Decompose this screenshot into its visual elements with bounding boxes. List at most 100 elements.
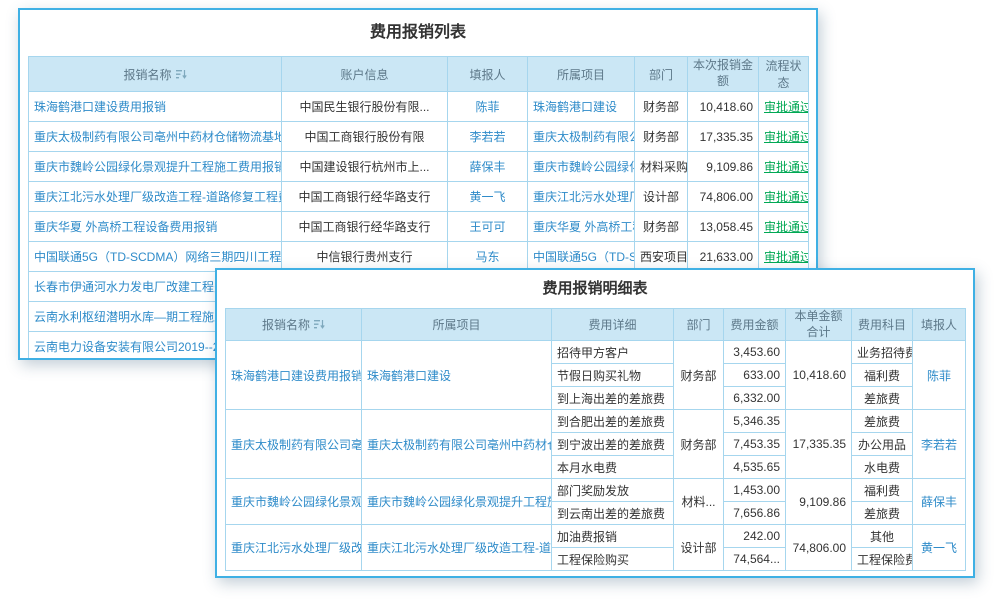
account-cell: 中国建设银行杭州市上... xyxy=(282,152,448,182)
sort-icon[interactable] xyxy=(176,69,187,80)
name-cell: 重庆市魏岭公园绿化景观提升工 xyxy=(226,479,362,525)
filler-link[interactable]: 薛保丰 xyxy=(469,160,505,174)
reimbursement-name-link[interactable]: 重庆太极制药有限公司亳州中药材仓储物流基地项... xyxy=(34,130,282,144)
table-row: 重庆市魏岭公园绿化景观提升工程施工费用报销 中国建设银行杭州市上... 薛保丰 … xyxy=(29,152,809,182)
reimbursement-name-link[interactable]: 重庆江北污水处理厂级改造工程- xyxy=(231,541,362,555)
filler-link[interactable]: 薛保丰 xyxy=(921,495,957,509)
project-link[interactable]: 重庆太极制药有限公司亳州中... xyxy=(533,130,635,144)
project-cell: 珠海鹤港口建设 xyxy=(362,341,552,410)
filler-cell: 黄一飞 xyxy=(448,182,528,212)
category-cell: 其他 xyxy=(852,525,913,548)
detail-header-row: 报销名称 所属项目 费用详细 部门 费用金额 本单金额合计 费用科目 填报人 xyxy=(226,309,966,341)
project-link[interactable]: 珠海鹤港口建设 xyxy=(367,369,451,383)
filler-link[interactable]: 马东 xyxy=(475,250,499,264)
reimbursement-name-link[interactable]: 中国联通5G（TD-SCDMA）网络三期四川工程费... xyxy=(34,250,282,264)
table-row: 重庆市魏岭公园绿化景观提升工 重庆市魏岭公园绿化景观提升工程施工 部门奖励发放 … xyxy=(226,479,966,502)
amount-cell: 9,109.86 xyxy=(688,152,759,182)
reimbursement-name-link[interactable]: 重庆太极制药有限公司亳州中药 xyxy=(231,438,362,452)
project-link[interactable]: 重庆华夏 外高桥工程设备 xyxy=(533,220,635,234)
project-cell: 重庆市魏岭公园绿化景观提升工程施工 xyxy=(362,479,552,525)
filler-link[interactable]: 陈菲 xyxy=(475,100,499,114)
expense-detail-cell: 到上海出差的差旅费 xyxy=(552,387,674,410)
list-header-row: 报销名称 账户信息 填报人 所属项目 部门 本次报销金额 流程状态 xyxy=(29,57,809,92)
project-link[interactable]: 重庆太极制药有限公司亳州中药材仓储物流 xyxy=(367,438,552,452)
expense-detail-cell: 部门奖励发放 xyxy=(552,479,674,502)
col-header-project: 所属项目 xyxy=(362,309,552,341)
col-header-project: 所属项目 xyxy=(528,57,635,92)
expense-detail-cell: 招待甲方客户 xyxy=(552,341,674,364)
col-header-dept: 部门 xyxy=(635,57,688,92)
status-link[interactable]: 审批通过 xyxy=(764,190,809,204)
amount-cell: 13,058.45 xyxy=(688,212,759,242)
expense-amount-cell: 5,346.35 xyxy=(724,410,786,433)
name-cell: 珠海鹤港口建设费用报销 xyxy=(226,341,362,410)
project-cell: 珠海鹤港口建设 xyxy=(528,92,635,122)
category-cell: 差旅费 xyxy=(852,502,913,525)
name-cell: 重庆华夏 外高桥工程设备费用报销 xyxy=(29,212,282,242)
dept-cell: 财务部 xyxy=(674,410,724,479)
name-cell: 重庆市魏岭公园绿化景观提升工程施工费用报销 xyxy=(29,152,282,182)
filler-link[interactable]: 陈菲 xyxy=(927,369,951,383)
reimbursement-name-link[interactable]: 重庆华夏 外高桥工程设备费用报销 xyxy=(34,220,217,234)
project-link[interactable]: 重庆市魏岭公园绿化景观提升... xyxy=(533,160,635,174)
dept-cell: 财务部 xyxy=(635,122,688,152)
status-link[interactable]: 审批通过 xyxy=(764,160,809,174)
dept-cell: 财务部 xyxy=(674,341,724,410)
reimbursement-name-link[interactable]: 重庆市魏岭公园绿化景观提升工程施工费用报销 xyxy=(34,160,282,174)
reimbursement-name-link[interactable]: 珠海鹤港口建设费用报销 xyxy=(231,369,362,383)
filler-link[interactable]: 黄一飞 xyxy=(469,190,505,204)
filler-link[interactable]: 李若若 xyxy=(469,130,505,144)
amount-cell: 17,335.35 xyxy=(688,122,759,152)
expense-detail-cell: 工程保险购买 xyxy=(552,548,674,571)
filler-cell: 陈菲 xyxy=(913,341,966,410)
dept-cell: 材料采购 xyxy=(635,152,688,182)
reimbursement-name-link[interactable]: 重庆市魏岭公园绿化景观提升工 xyxy=(231,495,362,509)
expense-detail-table: 报销名称 所属项目 费用详细 部门 费用金额 本单金额合计 费用科目 填报人 珠… xyxy=(225,308,966,571)
account-cell: 中国工商银行经华路支行 xyxy=(282,182,448,212)
sort-icon[interactable] xyxy=(314,319,325,330)
project-cell: 重庆太极制药有限公司亳州中... xyxy=(528,122,635,152)
filler-cell: 陈菲 xyxy=(448,92,528,122)
name-cell: 重庆太极制药有限公司亳州中药材仓储物流基地项... xyxy=(29,122,282,152)
filler-link[interactable]: 王可可 xyxy=(469,220,505,234)
detail-table-title: 费用报销明细表 xyxy=(225,270,965,308)
project-link[interactable]: 中国联通5G（TD-SCDMA）网... xyxy=(533,250,635,264)
status-link[interactable]: 审批通过 xyxy=(764,130,809,144)
filler-cell: 马东 xyxy=(448,242,528,272)
col-header-dept: 部门 xyxy=(674,309,724,341)
category-cell: 差旅费 xyxy=(852,387,913,410)
dept-cell: 财务部 xyxy=(635,92,688,122)
category-cell: 工程保险费 xyxy=(852,548,913,571)
filler-link[interactable]: 黄一飞 xyxy=(921,541,957,555)
col-header-category: 费用科目 xyxy=(852,309,913,341)
table-row: 重庆江北污水处理厂级改造工程-道路修复工程费用... 中国工商银行经华路支行 黄… xyxy=(29,182,809,212)
filler-link[interactable]: 李若若 xyxy=(921,438,957,452)
reimbursement-name-link[interactable]: 珠海鹤港口建设费用报销 xyxy=(34,100,166,114)
account-cell: 中国民生银行股份有限... xyxy=(282,92,448,122)
table-row: 重庆太极制药有限公司亳州中药材仓储物流基地项... 中国工商银行股份有限 李若若… xyxy=(29,122,809,152)
project-link[interactable]: 珠海鹤港口建设 xyxy=(533,100,617,114)
col-header-status: 流程状态 xyxy=(759,57,809,92)
filler-cell: 李若若 xyxy=(448,122,528,152)
expense-amount-cell: 7,656.86 xyxy=(724,502,786,525)
category-cell: 水电费 xyxy=(852,456,913,479)
project-link[interactable]: 重庆市魏岭公园绿化景观提升工程施工 xyxy=(367,495,552,509)
status-link[interactable]: 审批通过 xyxy=(764,100,809,114)
project-cell: 重庆江北污水处理厂级改造工程-道路修复工 xyxy=(362,525,552,571)
account-cell: 中国工商银行股份有限 xyxy=(282,122,448,152)
col-header-filler: 填报人 xyxy=(913,309,966,341)
category-cell: 办公用品 xyxy=(852,433,913,456)
project-link[interactable]: 重庆江北污水处理厂级改造工程-道路修复工 xyxy=(367,541,552,555)
filler-cell: 李若若 xyxy=(913,410,966,479)
status-cell: 审批通过 xyxy=(759,212,809,242)
expense-amount-cell: 1,453.00 xyxy=(724,479,786,502)
name-cell: 重庆江北污水处理厂级改造工程- xyxy=(226,525,362,571)
col-header-name: 报销名称 xyxy=(226,309,362,341)
expense-amount-cell: 3,453.60 xyxy=(724,341,786,364)
reimbursement-name-link[interactable]: 重庆江北污水处理厂级改造工程-道路修复工程费用... xyxy=(34,190,282,204)
status-link[interactable]: 审批通过 xyxy=(764,220,809,234)
status-link[interactable]: 审批通过 xyxy=(764,250,809,264)
table-row: 珠海鹤港口建设费用报销 中国民生银行股份有限... 陈菲 珠海鹤港口建设 财务部… xyxy=(29,92,809,122)
amount-cell: 10,418.60 xyxy=(688,92,759,122)
project-link[interactable]: 重庆江北污水处理厂级改造工... xyxy=(533,190,635,204)
